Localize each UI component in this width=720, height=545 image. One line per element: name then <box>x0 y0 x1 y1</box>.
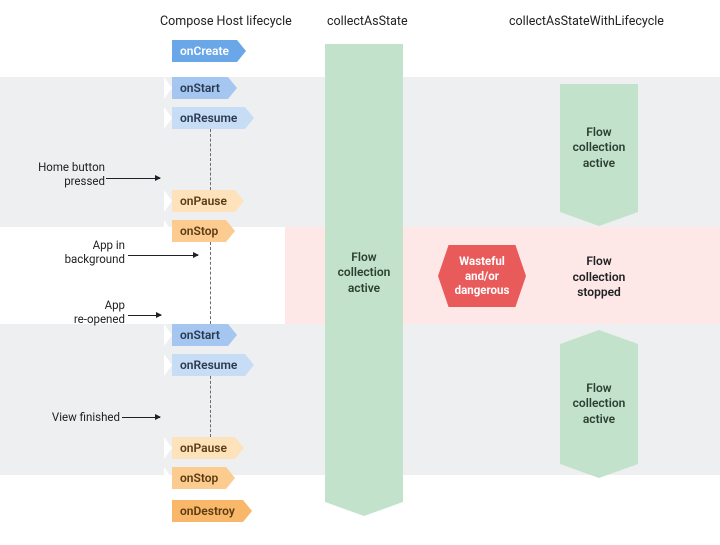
arrow-view-finished <box>122 417 160 418</box>
header-collectAsState: collectAsState <box>327 14 408 29</box>
lifecycle-onStop-2: onStop <box>172 467 226 489</box>
annot-home-button: Home button pressed <box>35 160 105 189</box>
pillar-collectAsState: Flow collection active <box>325 44 403 502</box>
pillar-lifecycle-bottom: Flow collection active <box>560 344 638 464</box>
arrow-app-background <box>128 255 198 256</box>
lifecycle-onResume-1: onResume <box>172 107 245 129</box>
lifecycle-onResume-2: onResume <box>172 354 245 376</box>
lifecycle-label: onPause <box>180 194 227 208</box>
header-collectAsStateWithLifecycle: collectAsStateWithLifecycle <box>509 14 664 29</box>
annot-view-finished: View finished <box>40 410 120 424</box>
lifecycle-onPause-1: onPause <box>172 190 235 212</box>
lifecycle-label: onDestroy <box>180 504 235 518</box>
lifecycle-onStart-1: onStart <box>172 77 228 99</box>
lifecycle-label: onStop <box>180 471 218 485</box>
danger-hex: Wasteful and/or dangerous <box>438 245 526 307</box>
lifecycle-label: onStart <box>180 81 220 95</box>
arrow-home-button <box>106 178 160 179</box>
annot-app-background: App in background <box>55 238 125 267</box>
arrow-app-reopened <box>128 315 161 316</box>
lifecycle-label: onPause <box>180 441 227 455</box>
annot-app-reopened: App re-opened <box>55 298 125 327</box>
pillar-lifecycle-top: Flow collection active <box>560 84 638 212</box>
lifecycle-onDestroy: onDestroy <box>172 500 243 522</box>
lifecycle-onStop-1: onStop <box>172 220 226 242</box>
label-flow-stopped: Flow collection stopped <box>558 254 640 301</box>
lifecycle-onCreate: onCreate <box>172 40 237 62</box>
header-lifecycle: Compose Host lifecycle <box>160 14 292 29</box>
lifecycle-label: onStop <box>180 224 218 238</box>
dash-2 <box>210 242 211 324</box>
dash-3 <box>210 376 211 437</box>
lifecycle-onPause-2: onPause <box>172 437 235 459</box>
lifecycle-label: onCreate <box>180 44 229 58</box>
lifecycle-label: onResume <box>180 111 237 125</box>
dash-1 <box>210 129 211 190</box>
lifecycle-label: onStart <box>180 328 220 342</box>
lifecycle-onStart-2: onStart <box>172 324 228 346</box>
lifecycle-label: onResume <box>180 358 237 372</box>
